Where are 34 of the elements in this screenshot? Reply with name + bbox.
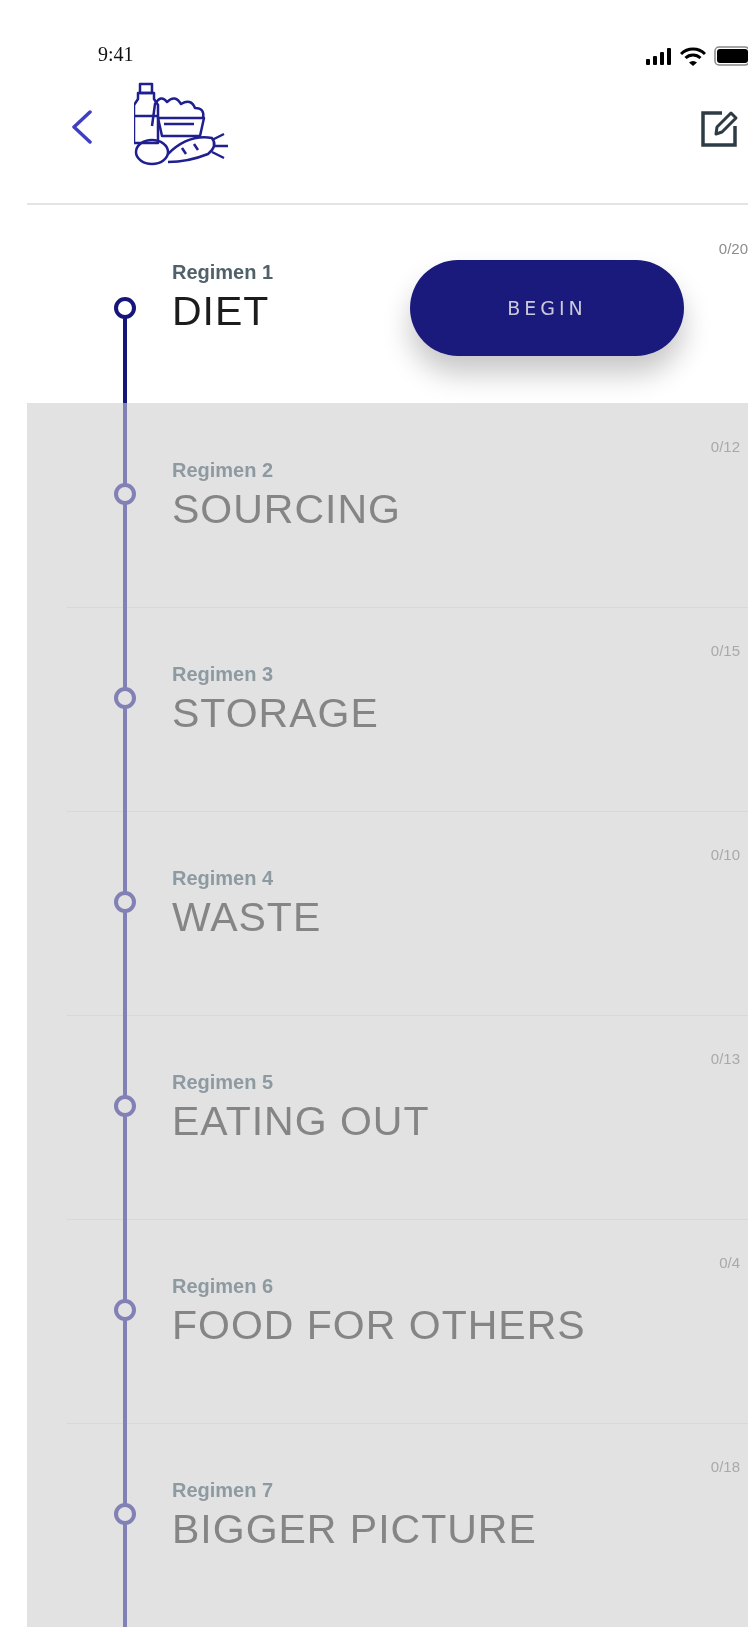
battery-icon <box>714 46 748 66</box>
progress-count: 0/15 <box>710 641 741 661</box>
begin-button[interactable]: BEGIN <box>410 260 684 356</box>
regimen-label: Regimen 4 <box>172 867 274 890</box>
regimen-label: Regimen 5 <box>172 1071 274 1094</box>
progress-count: 0/18 <box>710 1457 741 1477</box>
regimen-title: BIGGER PICTURE <box>172 1506 537 1553</box>
dimmed-row[interactable]: Regimen 2 SOURCING 0/12 <box>27 403 748 607</box>
dimmed-row[interactable]: Regimen 5 EATING OUT 0/13 <box>27 1015 748 1219</box>
regimen-label: Regimen 6 <box>172 1275 274 1298</box>
regimen-label: Regimen 2 <box>172 459 274 482</box>
regimen-title: STORAGE <box>172 690 379 737</box>
signal-icon <box>646 47 672 65</box>
regimen-title: DIET <box>172 288 270 335</box>
regimen-title: EATING OUT <box>172 1098 430 1145</box>
progress-count: 0/4 <box>719 1253 741 1273</box>
dimmed-row[interactable]: Regimen 6 FOOD FOR OTHERS 0/4 <box>27 1219 748 1423</box>
progress-count: 0/10 <box>710 845 741 865</box>
back-chevron-icon[interactable] <box>70 110 94 144</box>
regimen-title: SOURCING <box>172 486 401 533</box>
dimmed-row[interactable]: Regimen 3 STORAGE 0/15 <box>27 607 748 811</box>
dimmed-row[interactable]: Regimen 4 WASTE 0/10 <box>27 811 748 1015</box>
dimmed-row[interactable]: Regimen 7 BIGGER PICTURE 0/18 <box>27 1423 748 1627</box>
progress-count: 0/12 <box>710 437 741 457</box>
regimen-title: WASTE <box>172 894 322 941</box>
regimen-title: FOOD FOR OTHERS <box>172 1302 586 1349</box>
progress-count: 0/20 <box>718 239 748 259</box>
edit-icon[interactable] <box>700 108 740 148</box>
progress-count: 0/13 <box>710 1049 741 1069</box>
regimen-label: Regimen 1 <box>172 261 274 284</box>
status-time: 9:41 <box>98 43 134 66</box>
regimen-label: Regimen 7 <box>172 1479 274 1502</box>
regimen-label: Regimen 3 <box>172 663 274 686</box>
wifi-icon <box>680 46 706 66</box>
